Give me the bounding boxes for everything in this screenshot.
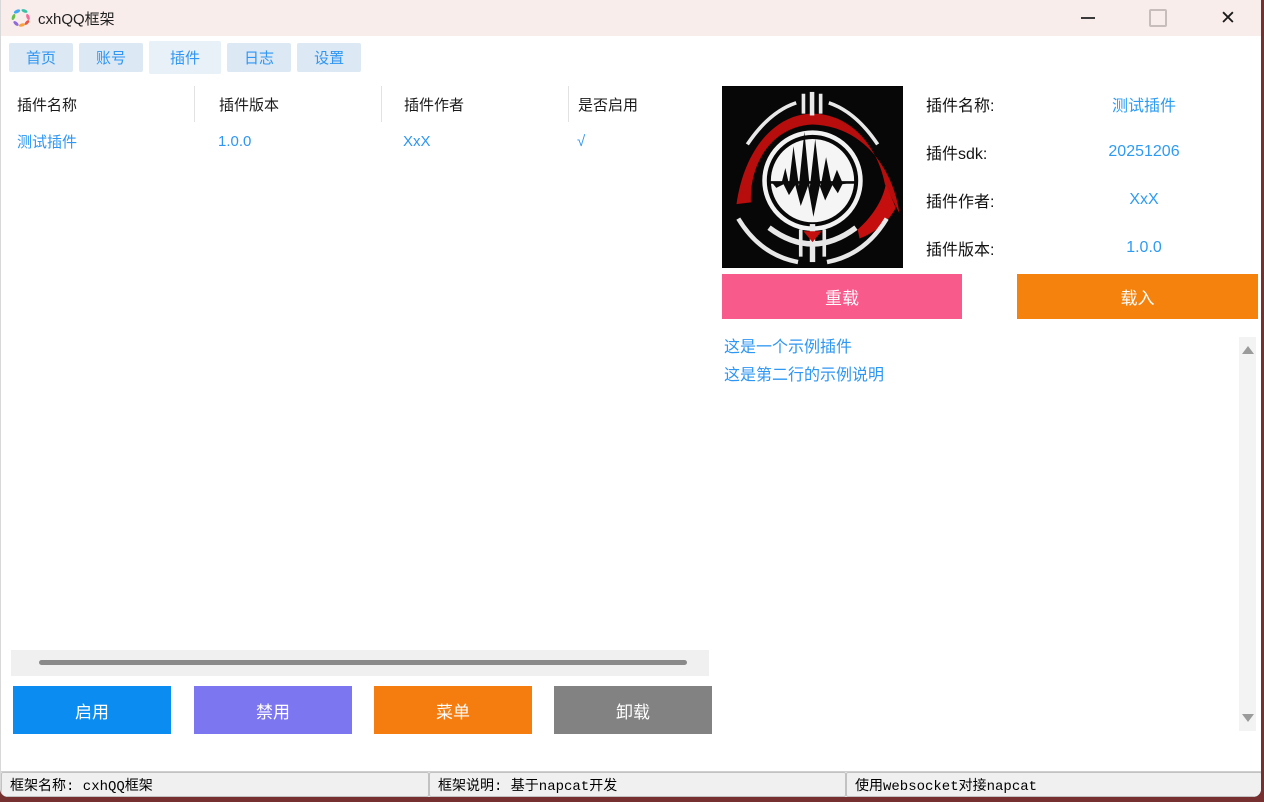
app-window: cxhQQ框架 ✕ 首页 账号 插件 日志 设置 插件名称 插件版本 插件作者 … [0, 0, 1261, 797]
cell-plugin-author: XxX [381, 127, 568, 155]
horizontal-scrollbar-thumb[interactable] [39, 660, 687, 665]
reload-button[interactable]: 重载 [722, 274, 962, 319]
titlebar: cxhQQ框架 ✕ [1, 0, 1261, 36]
detail-value-author: XxX [1031, 188, 1257, 212]
status-framework-name: 框架名称: cxhQQ框架 [1, 772, 429, 797]
maximize-icon [1149, 9, 1167, 27]
close-icon: ✕ [1220, 9, 1236, 28]
table-row[interactable]: 测试插件 1.0.0 XxX √ [9, 127, 709, 155]
tab-account-label: 账号 [96, 47, 126, 68]
menu-button-label: 菜单 [436, 698, 470, 723]
window-title: cxhQQ框架 [38, 8, 115, 29]
disable-button-label: 禁用 [256, 698, 290, 723]
header-plugin-author: 插件作者 [381, 86, 568, 122]
detail-value-version: 1.0.0 [1031, 236, 1257, 260]
scroll-up-icon[interactable] [1242, 346, 1254, 354]
maximize-button[interactable] [1135, 0, 1181, 36]
plugin-description: 这是一个示例插件 这是第二行的示例说明 [724, 334, 884, 390]
header-plugin-name: 插件名称 [9, 86, 194, 122]
minimize-button[interactable] [1065, 0, 1111, 36]
app-pinwheel-icon [10, 7, 32, 29]
tab-plugin-label: 插件 [170, 47, 200, 68]
enable-button[interactable]: 启用 [13, 686, 171, 734]
cell-plugin-enabled: √ [568, 127, 709, 155]
cell-plugin-version: 1.0.0 [194, 127, 381, 155]
scroll-down-icon[interactable] [1242, 714, 1254, 722]
menu-button[interactable]: 菜单 [374, 686, 532, 734]
tab-account[interactable]: 账号 [79, 43, 143, 72]
tab-log[interactable]: 日志 [227, 43, 291, 72]
description-line-1: 这是一个示例插件 [724, 334, 884, 362]
disable-button[interactable]: 禁用 [194, 686, 352, 734]
status-framework-desc: 框架说明: 基于napcat开发 [429, 772, 846, 797]
load-button-label: 载入 [1121, 284, 1155, 309]
status-bar: 框架名称: cxhQQ框架 框架说明: 基于napcat开发 使用websock… [1, 771, 1261, 797]
tab-bar: 首页 账号 插件 日志 设置 [9, 41, 361, 74]
description-line-2: 这是第二行的示例说明 [724, 362, 884, 390]
horizontal-scrollbar[interactable] [11, 650, 709, 676]
tab-home[interactable]: 首页 [9, 43, 73, 72]
tab-settings-label: 设置 [314, 47, 344, 68]
tab-settings[interactable]: 设置 [297, 43, 361, 72]
vertical-scrollbar[interactable] [1239, 337, 1256, 731]
enable-button-label: 启用 [75, 698, 109, 723]
detail-value-sdk: 20251206 [1031, 140, 1257, 164]
plugin-logo-emblem [722, 86, 903, 268]
plugin-table-header: 插件名称 插件版本 插件作者 是否启用 [9, 86, 709, 122]
tab-home-label: 首页 [26, 47, 56, 68]
minimize-icon [1081, 17, 1095, 19]
tab-log-label: 日志 [244, 47, 274, 68]
reload-button-label: 重载 [825, 284, 859, 309]
load-button[interactable]: 载入 [1017, 274, 1258, 319]
unload-button[interactable]: 卸载 [554, 686, 712, 734]
status-connection-info: 使用websocket对接napcat [846, 772, 1261, 797]
unload-button-label: 卸载 [616, 698, 650, 723]
tab-plugin[interactable]: 插件 [149, 41, 221, 74]
close-button[interactable]: ✕ [1205, 0, 1251, 36]
cell-plugin-name: 测试插件 [9, 127, 194, 155]
detail-value-name: 测试插件 [1031, 92, 1257, 116]
header-plugin-version: 插件版本 [194, 86, 381, 122]
header-plugin-enabled: 是否启用 [568, 86, 709, 122]
